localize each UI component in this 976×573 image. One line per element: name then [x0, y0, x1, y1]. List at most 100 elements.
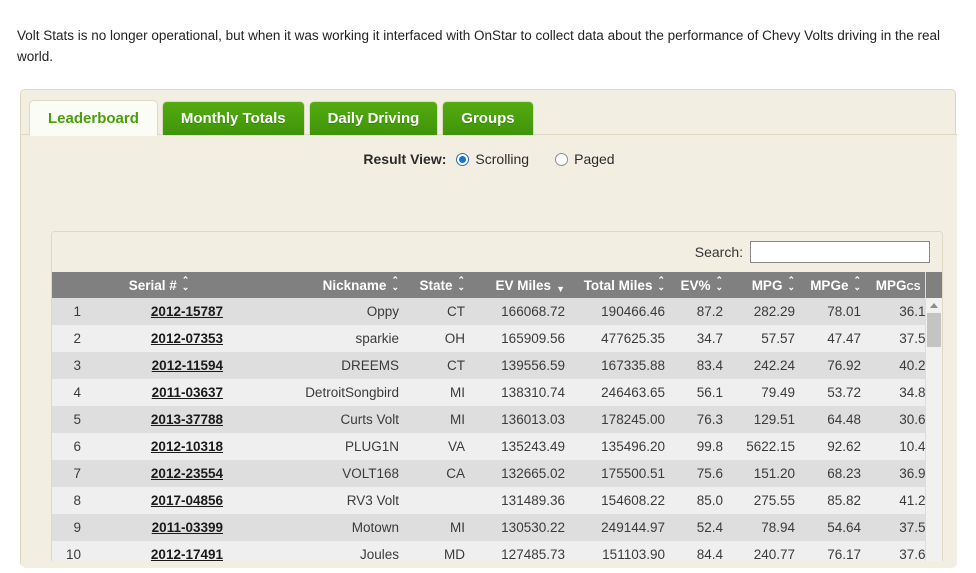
- cell-serial: 2017-04856: [88, 487, 230, 514]
- cell-mpge: 76.17: [802, 541, 868, 561]
- column-header-nickname[interactable]: Nickname: [230, 272, 406, 298]
- page-root: Volt Stats is no longer operational, but…: [0, 0, 976, 573]
- radio-paged-label: Paged: [574, 151, 615, 167]
- cell-num: 5: [52, 406, 88, 433]
- column-header-mpge[interactable]: MPGe: [802, 272, 868, 298]
- radio-option-paged[interactable]: Paged: [555, 151, 615, 167]
- column-header-mpg-label: MPG: [751, 278, 783, 293]
- cell-mpg: 282.29: [730, 298, 802, 325]
- column-header-total-miles[interactable]: Total Miles: [572, 272, 672, 298]
- serial-link[interactable]: 2012-07353: [151, 331, 223, 346]
- tab-leaderboard[interactable]: Leaderboard: [29, 100, 158, 136]
- column-header-serial[interactable]: Serial #: [88, 272, 230, 298]
- sort-updown-icon[interactable]: [391, 277, 399, 291]
- cell-serial: 2012-15787: [88, 298, 230, 325]
- cell-num: 8: [52, 487, 88, 514]
- cell-mpg: 242.24: [730, 352, 802, 379]
- serial-link[interactable]: 2013-37788: [151, 412, 223, 427]
- scrollbar-thumb[interactable]: [927, 313, 941, 347]
- column-header-ev-percent[interactable]: EV%: [672, 272, 730, 298]
- serial-link[interactable]: 2012-23554: [151, 466, 223, 481]
- radio-scrolling-icon[interactable]: [456, 152, 470, 166]
- cell-serial: 2012-11594: [88, 352, 230, 379]
- cell-ev: 135243.49: [472, 433, 572, 460]
- cell-total: 154608.22: [572, 487, 672, 514]
- cell-num: 2: [52, 325, 88, 352]
- cell-mpge: 76.92: [802, 352, 868, 379]
- cell-state: VA: [406, 433, 472, 460]
- cell-ev: 131489.36: [472, 487, 572, 514]
- cell-mpge: 68.23: [802, 460, 868, 487]
- sort-updown-icon[interactable]: [853, 277, 861, 291]
- serial-link[interactable]: 2012-11594: [152, 358, 223, 373]
- serial-link[interactable]: 2012-10318: [151, 439, 223, 454]
- serial-link[interactable]: 2011-03399: [152, 520, 223, 535]
- cell-mpge: 85.82: [802, 487, 868, 514]
- radio-paged-icon[interactable]: [555, 152, 569, 166]
- cell-nick: VOLT168: [230, 460, 406, 487]
- serial-link[interactable]: 2012-15787: [151, 304, 223, 319]
- tab-groups[interactable]: Groups: [442, 101, 534, 135]
- cell-evp: 85.0: [672, 487, 730, 514]
- tab-daily-driving[interactable]: Daily Driving: [308, 101, 439, 135]
- cell-mpge: 54.64: [802, 514, 868, 541]
- table-row: 6 2012-10318 PLUG1N VA 135243.49 135496.20 99.…: [52, 433, 940, 460]
- cell-ev: 139556.59: [472, 352, 572, 379]
- cell-mpge: 92.62: [802, 433, 868, 460]
- column-header-state[interactable]: State: [406, 272, 472, 298]
- cell-state: CA: [406, 460, 472, 487]
- column-header-mpgcs-subscript: CS: [906, 282, 921, 293]
- cell-state: CT: [406, 352, 472, 379]
- cell-serial: 2012-07353: [88, 325, 230, 352]
- cell-serial: 2012-10318: [88, 433, 230, 460]
- cell-mpg: 57.57: [730, 325, 802, 352]
- serial-link[interactable]: 2017-04856: [151, 493, 223, 508]
- sort-updown-icon[interactable]: [182, 277, 190, 291]
- radio-scrolling-label: Scrolling: [475, 151, 530, 167]
- search-input[interactable]: [750, 241, 930, 263]
- cell-ev: 165909.56: [472, 325, 572, 352]
- cell-ev: 136013.03: [472, 406, 572, 433]
- cell-total: 167335.88: [572, 352, 672, 379]
- table-vertical-scrollbar[interactable]: [925, 272, 942, 561]
- serial-link[interactable]: 2012-17491: [151, 547, 223, 561]
- tab-strip: Leaderboard Monthly Totals Daily Driving…: [29, 97, 534, 136]
- cell-total: 477625.35: [572, 325, 672, 352]
- cell-state: MD: [406, 541, 472, 561]
- cell-nick: Curts Volt: [230, 406, 406, 433]
- column-header-rank: [52, 272, 88, 298]
- table-row: 1 2012-15787 Oppy CT 166068.72 190466.46 87.2 2…: [52, 298, 940, 325]
- cell-mpge: 47.47: [802, 325, 868, 352]
- cell-total: 135496.20: [572, 433, 672, 460]
- cell-num: 4: [52, 379, 88, 406]
- sort-updown-icon[interactable]: [787, 277, 795, 291]
- table-header-row: Serial # Nickname State EV Miles: [52, 272, 940, 298]
- search-row: Search:: [52, 232, 942, 272]
- column-header-mpge-label: MPGe: [810, 278, 849, 293]
- column-header-total-miles-label: Total Miles: [583, 278, 653, 293]
- cell-nick: DetroitSongbird: [230, 379, 406, 406]
- sort-updown-icon[interactable]: [457, 277, 465, 291]
- cell-num: 3: [52, 352, 88, 379]
- tab-monthly-totals[interactable]: Monthly Totals: [161, 101, 305, 135]
- radio-option-scrolling[interactable]: Scrolling: [456, 151, 529, 167]
- cell-mpge: 64.48: [802, 406, 868, 433]
- triangle-up-icon: [930, 303, 938, 308]
- cell-total: 151103.90: [572, 541, 672, 561]
- column-header-mpg[interactable]: MPG: [730, 272, 802, 298]
- tab-panel: Leaderboard Monthly Totals Daily Driving…: [20, 89, 957, 568]
- scroll-up-button[interactable]: [926, 298, 942, 313]
- sort-descending-icon[interactable]: [556, 285, 565, 294]
- column-header-ev-miles-label: EV Miles: [495, 277, 552, 293]
- cell-total: 178245.00: [572, 406, 672, 433]
- table-row: 4 2011-03637 DetroitSongbird MI 138310.74 246…: [52, 379, 940, 406]
- cell-evp: 56.1: [672, 379, 730, 406]
- serial-link[interactable]: 2011-03637: [152, 385, 223, 400]
- sort-updown-icon[interactable]: [657, 277, 665, 291]
- sort-updown-icon[interactable]: [715, 277, 723, 291]
- cell-mpg: 78.94: [730, 514, 802, 541]
- cell-evp: 52.4: [672, 514, 730, 541]
- cell-state: [406, 487, 472, 514]
- cell-evp: 76.3: [672, 406, 730, 433]
- column-header-ev-miles[interactable]: EV Miles: [472, 272, 572, 298]
